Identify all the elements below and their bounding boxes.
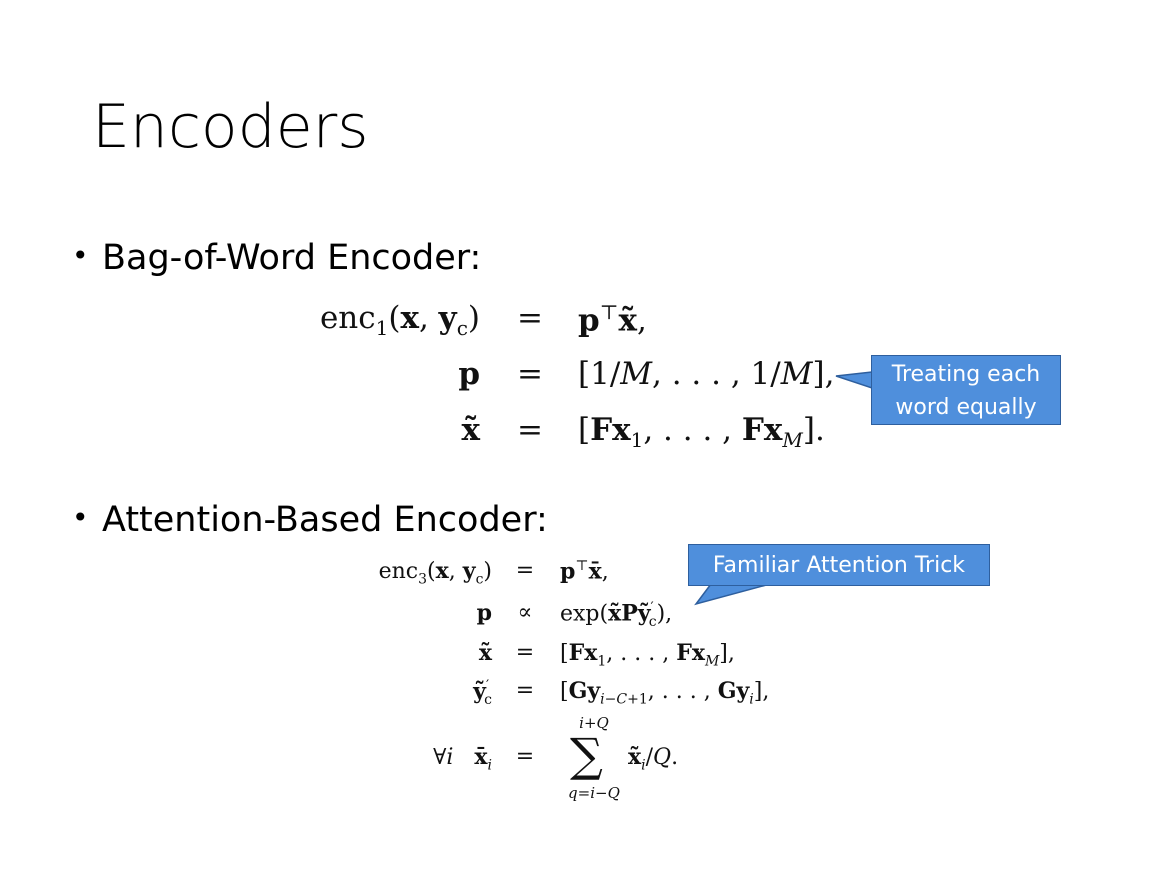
equals-sign: = (515, 558, 535, 583)
slide: Encoders • Bag-of-Word Encoder: enc1(x, y… (0, 0, 1160, 870)
equals-sign: = (515, 640, 535, 665)
equation-rhs: exp(x̃Pỹ′c), (560, 600, 673, 630)
equation-rhs: p⊤x̄, (560, 558, 609, 585)
sum-term: x̃i/Q. (628, 744, 679, 774)
equation-lhs: x̃ (478, 640, 492, 666)
equals-sign: = (515, 678, 535, 703)
bullet-attention-based: • Attention-Based Encoder: (72, 500, 548, 540)
callout-familiar-attention-trick: Familiar Attention Trick (688, 544, 990, 586)
callout-treating-each-word-equally: Treating each word equally (871, 355, 1061, 425)
equation-lhs: p (476, 600, 492, 626)
proportional-sign: ∝ (517, 600, 533, 625)
callout-line: Treating each (891, 362, 1041, 387)
equation-lhs: ∀i x̄i (433, 744, 492, 774)
sum-symbol: ∑ (570, 728, 603, 782)
equation-lhs: ỹ′c (473, 678, 492, 708)
equation-rhs: [Gyi−C+1, . . . , Gyi], (560, 678, 770, 708)
sum-lower-limit: q=i−Q (568, 784, 620, 802)
equals-sign: = (515, 744, 535, 769)
callout-line: word equally (895, 395, 1037, 420)
bullet-marker: • (72, 501, 89, 534)
callout-pointer-1 (835, 371, 873, 390)
equation-lhs: enc3(x, yc) (378, 558, 492, 588)
bullet-text: Attention-Based Encoder: (102, 500, 548, 540)
equation-rhs: [Fx1, . . . , FxM], (560, 640, 735, 670)
